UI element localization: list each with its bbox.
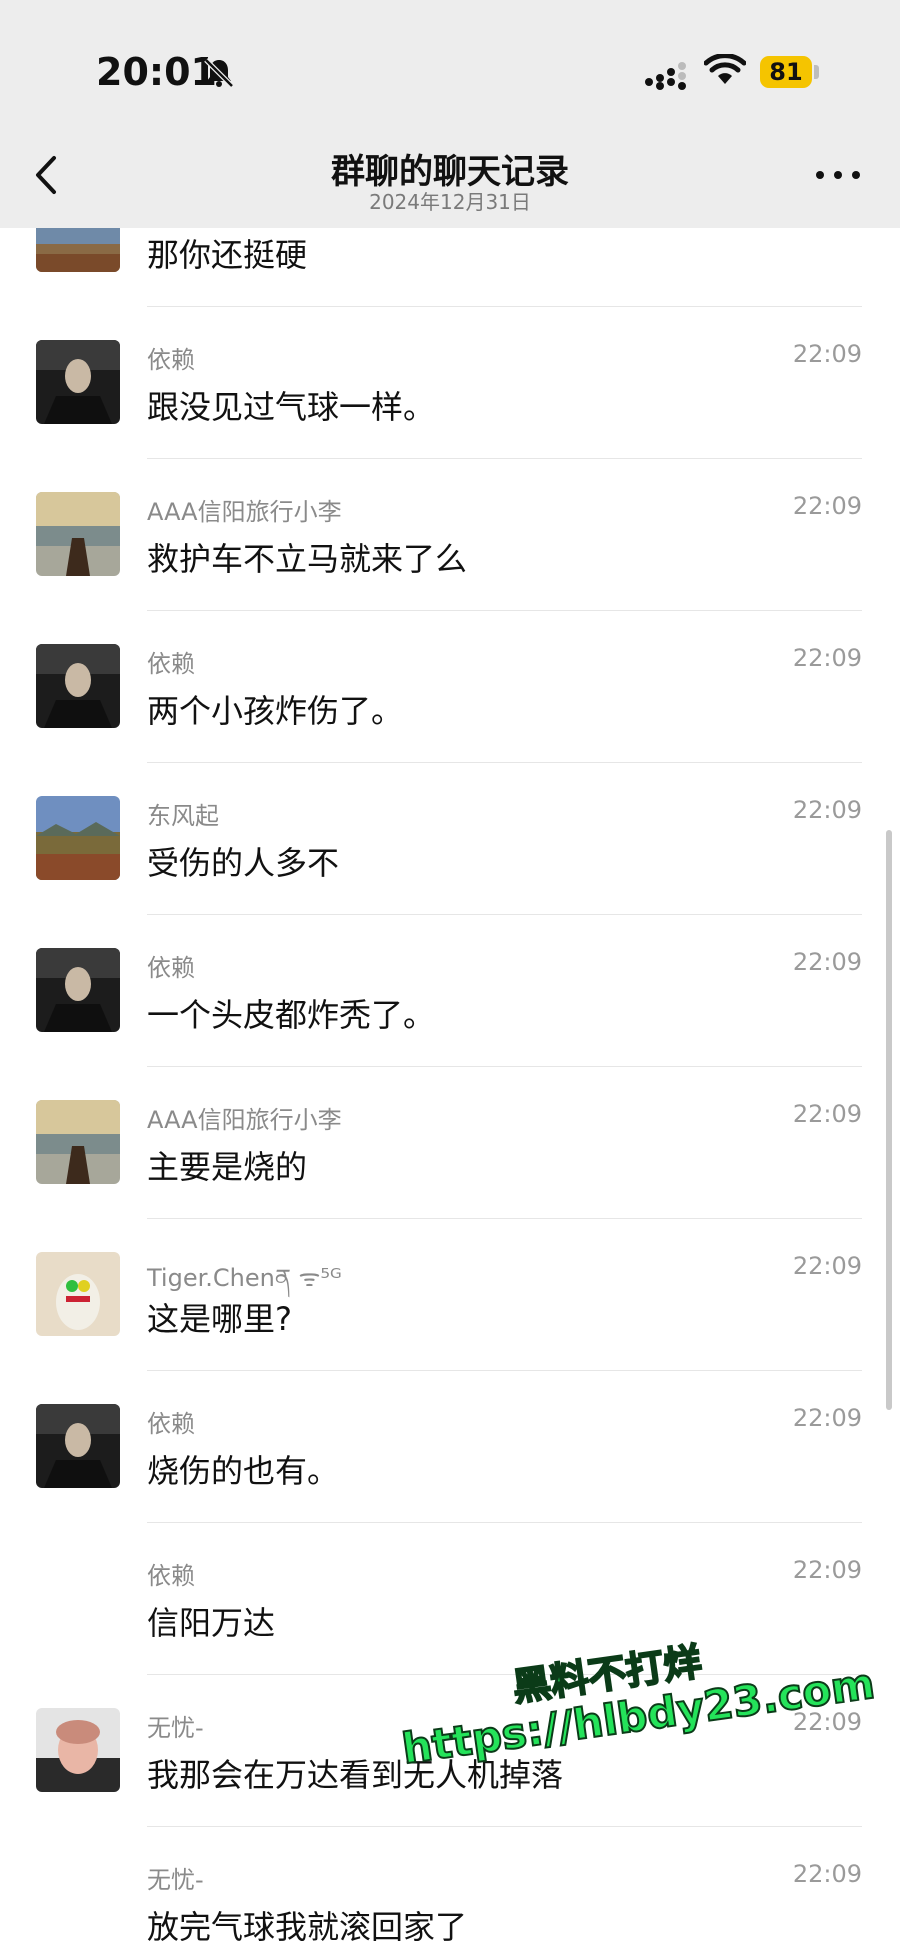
avatar[interactable]: [36, 1252, 120, 1336]
divider: [147, 1370, 862, 1371]
divider: [147, 306, 862, 307]
message-text: 主要是烧的: [147, 1148, 308, 1186]
sender-name: 依赖: [147, 954, 195, 982]
message-text: 那你还挺硬: [147, 236, 308, 274]
message-text: 受伤的人多不: [147, 844, 340, 882]
divider: [147, 1066, 862, 1067]
more-options-icon[interactable]: [812, 160, 864, 190]
message-text: 一个头皮都炸秃了。: [147, 996, 436, 1034]
message-text: 救护车不立马就来了么: [147, 540, 468, 578]
list-item[interactable]: 无忧- 22:09 放完气球我就滚回家了: [0, 1860, 900, 1959]
message-time: 22:09: [792, 1252, 862, 1280]
sender-name: 依赖: [147, 1410, 195, 1438]
list-item[interactable]: 依赖 22:09 烧伤的也有。: [0, 1404, 900, 1556]
avatar[interactable]: [36, 1404, 120, 1488]
divider: [147, 1522, 862, 1523]
list-item[interactable]: 无忧- 22:09 我那会在万达看到无人机掉落: [0, 1708, 900, 1860]
status-time: 20:01: [96, 50, 217, 94]
avatar[interactable]: [36, 948, 120, 1032]
avatar[interactable]: [36, 1708, 120, 1792]
message-time: 22:09: [792, 492, 862, 520]
message-text: 跟没见过气球一样。: [147, 388, 436, 426]
bell-muted-icon: [204, 58, 234, 88]
message-time: 22:09: [792, 1100, 862, 1128]
message-text: 信阳万达: [147, 1604, 276, 1642]
list-item[interactable]: AAA信阳旅行小李 22:09 主要是烧的: [0, 1100, 900, 1252]
divider: [147, 1826, 862, 1827]
message-time: 22:09: [792, 1708, 862, 1736]
avatar[interactable]: [36, 1100, 120, 1184]
divider: [147, 1218, 862, 1219]
navigation-header: 20:01 81 群聊的聊天记录 2024年12月31日: [0, 0, 900, 228]
sender-name: 依赖: [147, 346, 195, 374]
sender-name: AAA信阳旅行小李: [147, 1106, 342, 1134]
list-item[interactable]: 依赖 22:09 两个小孩炸伤了。: [0, 644, 900, 796]
scrollbar[interactable]: [886, 830, 892, 1410]
list-item[interactable]: Tiger.Chenན ᯤ⁵ᴳ 22:09 这是哪里?: [0, 1252, 900, 1404]
divider: [147, 914, 862, 915]
list-item[interactable]: 依赖 22:09 一个头皮都炸秃了。: [0, 948, 900, 1100]
message-text: 烧伤的也有。: [147, 1452, 340, 1490]
sender-name: AAA信阳旅行小李: [147, 498, 342, 526]
message-time: 22:09: [792, 796, 862, 824]
avatar[interactable]: [36, 340, 120, 424]
cellular-signal-icon: [645, 62, 686, 90]
avatar[interactable]: [36, 796, 120, 880]
message-time: 22:09: [792, 644, 862, 672]
sender-name: 无忧-: [147, 1714, 204, 1742]
sender-name: 东风起: [147, 802, 219, 830]
divider: [147, 458, 862, 459]
wifi-icon: [704, 54, 746, 84]
message-time: 22:09: [792, 340, 862, 368]
list-item[interactable]: AAA信阳旅行小李 22:09 救护车不立马就来了么: [0, 492, 900, 644]
message-time: 22:09: [792, 1556, 862, 1584]
message-time: 22:09: [792, 948, 862, 976]
page-subtitle: 2024年12月31日: [369, 190, 531, 214]
message-text: 两个小孩炸伤了。: [147, 692, 404, 730]
avatar[interactable]: [36, 644, 120, 728]
divider: [147, 610, 862, 611]
message-text: 我那会在万达看到无人机掉落: [147, 1756, 564, 1794]
message-time: 22:09: [792, 1860, 862, 1888]
avatar[interactable]: [36, 492, 120, 576]
sender-name: 依赖: [147, 650, 195, 678]
divider: [147, 762, 862, 763]
list-item[interactable]: 东风起 22:09 受伤的人多不: [0, 796, 900, 948]
message-text: 放完气球我就滚回家了: [147, 1908, 468, 1946]
sender-name: 依赖: [147, 1562, 195, 1590]
battery-cap: [814, 65, 819, 79]
message-text: 这是哪里?: [147, 1300, 292, 1338]
list-item[interactable]: 依赖 22:09 跟没见过气球一样。: [0, 340, 900, 492]
battery-indicator: 81: [760, 56, 812, 88]
chat-history-list[interactable]: 那你还挺硬 依赖 22:09 跟没见过气球一样。 AAA信阳旅行小李 22:09…: [0, 0, 900, 1959]
message-time: 22:09: [792, 1404, 862, 1432]
list-item[interactable]: 依赖 22:09 信阳万达: [0, 1556, 900, 1708]
divider: [147, 1674, 862, 1675]
sender-name: 无忧-: [147, 1866, 204, 1894]
